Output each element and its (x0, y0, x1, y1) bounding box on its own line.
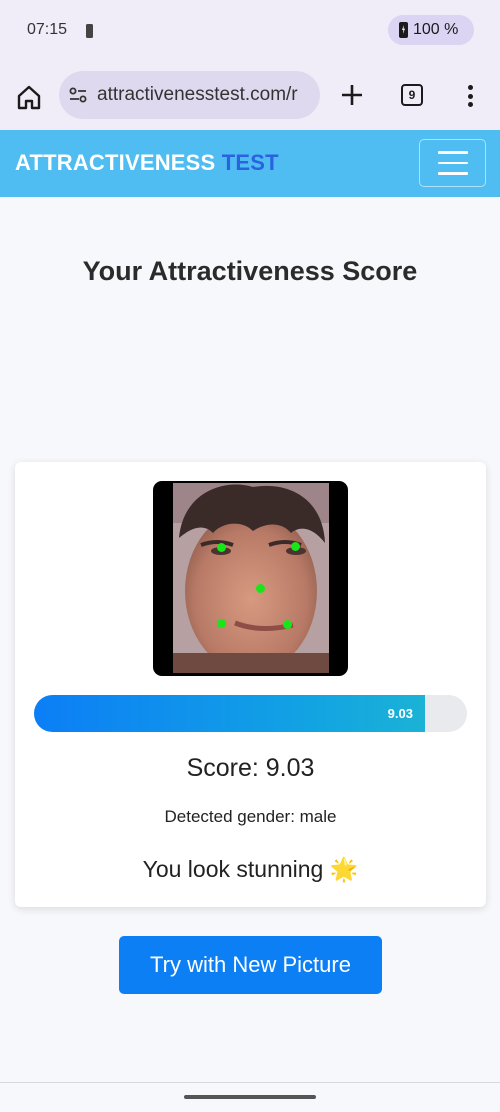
status-time: 07:15 (27, 21, 68, 38)
browser-toolbar: attractivenesstest.com/r 9 (0, 62, 500, 130)
landmark-nose (256, 584, 265, 593)
status-bar: 07:15 100 % (0, 0, 500, 62)
face-image (173, 483, 329, 673)
url-text[interactable]: attractivenesstest.com/r (97, 84, 298, 106)
brand-part1: ATTRACTIVENESS (15, 150, 216, 175)
divider (0, 1082, 500, 1083)
landmark-left-eye (217, 543, 226, 552)
landmark-mouth-left (217, 619, 226, 628)
home-icon[interactable] (14, 82, 44, 112)
result-card: 9.03 Score: 9.03 Detected gender: male Y… (15, 462, 486, 907)
gesture-nav-bar[interactable] (184, 1095, 316, 1099)
verdict-text: You look stunning (142, 856, 324, 882)
verdict: You look stunning 🌟 (15, 856, 486, 883)
brand-part2: TEST (221, 150, 279, 175)
battery-level: 100 % (413, 21, 459, 38)
battery-icon (399, 22, 408, 38)
star-emoji-icon: 🌟 (329, 856, 359, 882)
landmark-mouth-right (283, 620, 292, 629)
gender-text: Detected gender: male (164, 807, 337, 826)
score-progress-label: 9.03 (387, 706, 413, 721)
site-navbar: ATTRACTIVENESS TEST (0, 130, 500, 197)
hamburger-icon[interactable] (419, 139, 486, 187)
battery-indicator: 100 % (388, 15, 474, 45)
tab-count: 9 (408, 88, 416, 102)
score-progress-bar: 9.03 (34, 695, 467, 732)
more-vert-icon[interactable] (461, 83, 479, 109)
page-title: Your Attractiveness Score (82, 256, 418, 286)
tab-switcher-icon[interactable]: 9 (401, 84, 423, 106)
score-text: Score: 9.03 (186, 754, 315, 782)
site-info-icon[interactable] (68, 85, 88, 105)
battery-small-icon (86, 24, 93, 38)
address-bar[interactable]: attractivenesstest.com/r (59, 71, 320, 119)
plus-icon[interactable] (339, 82, 365, 108)
try-new-picture-button[interactable]: Try with New Picture (119, 936, 382, 994)
site-logo[interactable]: ATTRACTIVENESS TEST (15, 150, 279, 176)
score-progress-fill: 9.03 (34, 695, 425, 732)
landmark-right-eye (291, 542, 300, 551)
face-photo (153, 481, 348, 676)
